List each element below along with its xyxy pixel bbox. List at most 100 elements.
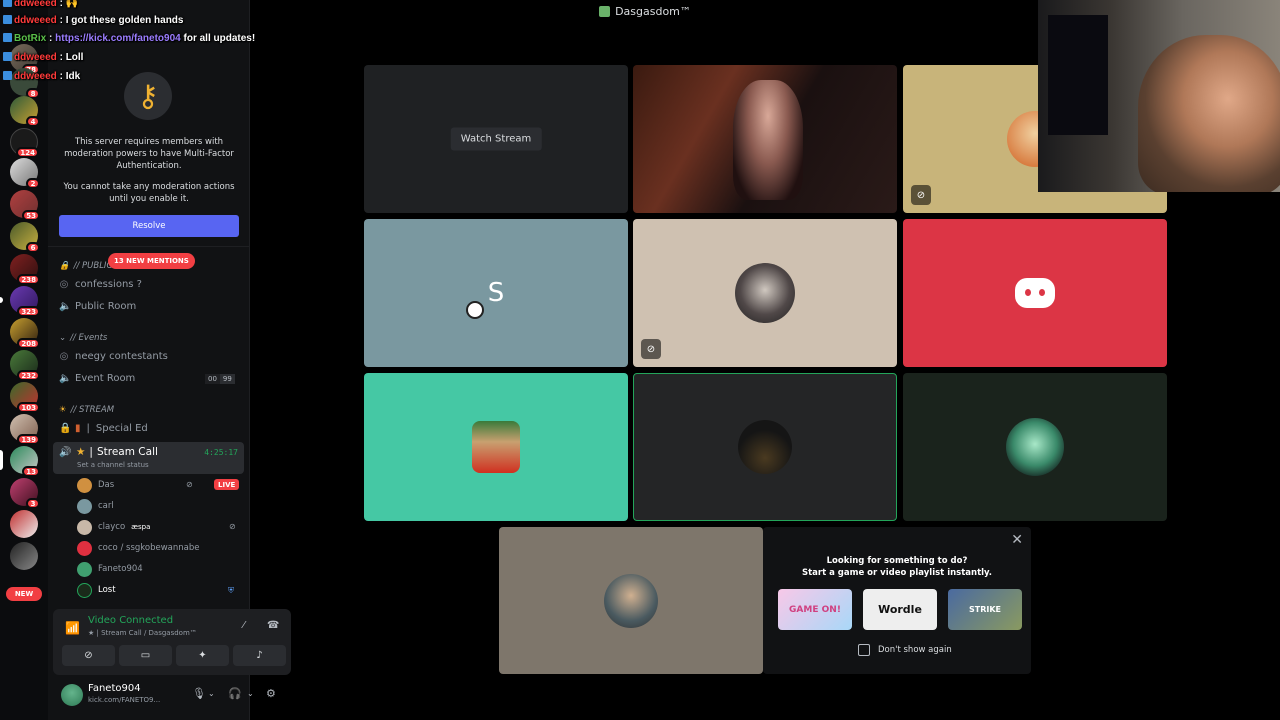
channel-sidebar: ⚷ This server requires members with mode… xyxy=(48,0,291,720)
star-icon: ★ xyxy=(76,446,86,458)
mention-badge: 139 xyxy=(17,434,40,445)
checkbox[interactable] xyxy=(858,644,870,656)
disconnect-icon[interactable]: ☎ xyxy=(267,620,279,631)
server-icon[interactable]: 208 xyxy=(10,318,40,349)
voice-user[interactable]: Lost xyxy=(77,581,116,599)
avatar[interactable] xyxy=(61,684,83,706)
user-tag: æspa xyxy=(131,523,151,531)
noise-suppression-icon[interactable]: ⁄ xyxy=(243,620,245,631)
shield-icon: ⛨ xyxy=(228,586,234,595)
mention-badge: 103 xyxy=(17,402,40,413)
activities-button[interactable]: ✦ xyxy=(176,645,229,666)
call-timer: 4:25:17 xyxy=(204,448,238,457)
mention-badge: 53 xyxy=(22,210,40,221)
video-tile[interactable] xyxy=(364,373,628,521)
speaker-icon: 🔈 xyxy=(59,301,72,312)
window-title: Dasgasdom™ xyxy=(615,4,691,18)
channel-public-room[interactable]: 🔈 Public Room xyxy=(59,301,136,312)
mute-icon: ⊘ xyxy=(186,480,193,489)
server-icon[interactable]: 139 xyxy=(10,414,40,445)
screenshare-button[interactable]: ▭ xyxy=(119,645,172,666)
activity-card-wordle[interactable]: Wordle xyxy=(863,589,937,630)
gear-icon[interactable]: ⚙ xyxy=(266,687,276,700)
server-icon xyxy=(599,5,611,17)
voice-user[interactable]: coco / ssgkobewannabe xyxy=(77,539,199,557)
live-badge: LIVE xyxy=(214,479,240,490)
mention-badge: 238 xyxy=(17,274,40,285)
new-mentions-pill[interactable]: 13 NEW MENTIONS xyxy=(108,253,195,269)
streamer-webcam xyxy=(1038,0,1280,192)
mention-badge: 208 xyxy=(17,338,40,349)
watch-stream-button[interactable]: Watch Stream xyxy=(450,127,542,151)
voice-channel-link[interactable]: ★ | Stream Call / Dasgasdom™ xyxy=(88,629,197,637)
channel-neegy-contestants[interactable]: ◎ neegy contestants xyxy=(59,351,168,362)
server-icon[interactable]: 3 xyxy=(10,478,40,509)
sun-icon: ☀ xyxy=(59,405,67,415)
headphones-icon[interactable]: 🎧 xyxy=(228,687,242,700)
chat-message: ddweeed : Idk xyxy=(3,71,80,82)
window-titlebar: Dasgasdom™ xyxy=(250,0,1040,22)
video-tile[interactable]: S xyxy=(364,219,628,367)
server-icon[interactable]: 4 xyxy=(10,96,40,127)
channel-special-ed[interactable]: 🔒 ▮ | Special Ed xyxy=(59,423,148,434)
server-icon[interactable]: 103 xyxy=(10,382,40,413)
username[interactable]: Faneto904 xyxy=(88,683,141,694)
stream-tile[interactable]: Watch Stream xyxy=(364,65,628,213)
mention-badge: 13 xyxy=(22,466,40,477)
soundboard-icon: ♪ xyxy=(256,650,263,661)
category-stream[interactable]: ☀// STREAM xyxy=(59,405,114,415)
server-icon[interactable]: 2 xyxy=(10,158,40,189)
server-icon[interactable]: 124 xyxy=(10,128,39,158)
signal-icon: 📶 xyxy=(65,621,80,635)
webcam-feed xyxy=(733,80,803,200)
server-icon[interactable]: 323 xyxy=(0,286,40,317)
forum-icon: ◎ xyxy=(59,351,69,362)
server-icon[interactable] xyxy=(10,510,38,538)
channel-status[interactable]: Set a channel status xyxy=(77,461,149,469)
channel-confessions[interactable]: ◎ confessions ? xyxy=(59,279,142,290)
video-tile[interactable] xyxy=(903,219,1167,367)
server-icon[interactable] xyxy=(10,542,38,570)
server-icon[interactable]: 6 xyxy=(10,222,40,253)
mention-badge: 4 xyxy=(26,116,40,127)
channel-event-room[interactable]: 🔈 Event Room xyxy=(59,373,135,384)
voice-user[interactable]: clayco æspa xyxy=(77,518,150,536)
discord-logo-icon xyxy=(1015,278,1055,308)
camera-off-icon: ⊘ xyxy=(84,650,93,661)
voice-user[interactable]: Faneto904 xyxy=(77,560,143,578)
user-panel: Faneto904 kick.com/FANETO9... 🎙 ⌄ 🎧 ⌄ ⚙ xyxy=(53,678,291,714)
chevron-down-icon[interactable]: ⌄ xyxy=(208,689,215,698)
mention-badge: 124 xyxy=(16,147,39,158)
mention-badge: 3 xyxy=(26,498,40,509)
server-icon[interactable]: 53 xyxy=(10,190,40,221)
activity-card-strike[interactable]: STRIKE xyxy=(948,589,1022,630)
video-tile-speaking[interactable] xyxy=(633,373,897,521)
voice-user[interactable]: Das xyxy=(77,476,114,494)
resolve-button[interactable]: Resolve xyxy=(59,215,239,237)
chat-message: BotRix : https://kick.com/faneto904 for … xyxy=(3,33,255,44)
video-tile[interactable] xyxy=(499,527,763,674)
avatar xyxy=(77,561,92,577)
chevron-down-icon[interactable]: ⌄ xyxy=(247,689,254,698)
avatar xyxy=(472,421,520,473)
video-tile[interactable]: ⊘ xyxy=(633,219,897,367)
server-icon[interactable]: 13 xyxy=(0,446,40,477)
soundboard-button[interactable]: ♪ xyxy=(233,645,286,666)
category-events[interactable]: ⌄// Events xyxy=(59,333,107,343)
microphone-icon[interactable]: 🎙 xyxy=(192,687,206,700)
voice-user[interactable]: carl xyxy=(77,497,114,515)
activity-card-gameon[interactable]: GAME ON! xyxy=(778,589,852,630)
server-icon[interactable]: 232 xyxy=(10,350,40,381)
channel-stream-call[interactable]: 🔊 ★ | Stream Call Set a channel status 4:2… xyxy=(53,442,244,474)
forum-icon: ◎ xyxy=(59,279,69,290)
server-icon[interactable]: 238 xyxy=(10,254,40,285)
mfa-message: This server requires members with modera… xyxy=(64,137,234,171)
video-tile[interactable] xyxy=(633,65,897,213)
close-icon[interactable]: ✕ xyxy=(1011,532,1023,548)
camera-button[interactable]: ⊘ xyxy=(62,645,115,666)
dont-show-again-checkbox[interactable]: Don't show again xyxy=(858,644,952,656)
video-tile[interactable] xyxy=(903,373,1167,521)
new-badge[interactable]: NEW xyxy=(6,587,42,601)
category-public[interactable]: 🔒// PUBLIC xyxy=(59,261,112,271)
voice-status[interactable]: Video Connected xyxy=(88,615,173,626)
